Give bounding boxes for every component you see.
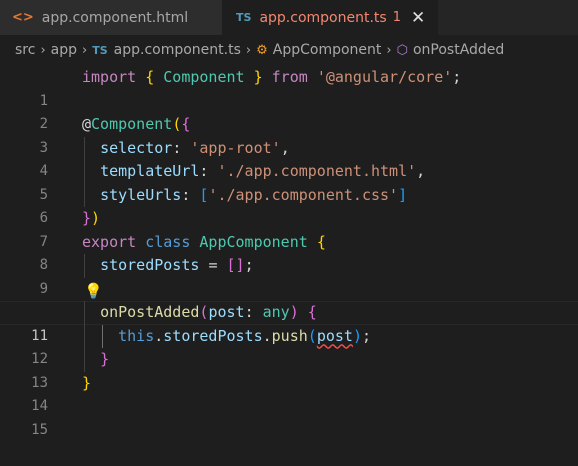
code-text: onPostAdded(post: any) { (100, 303, 317, 321)
code-text: import { Component } from '@angular/core… (82, 68, 462, 86)
problem-count-badge: 1 (392, 10, 401, 25)
class-icon: ⚙ (256, 43, 268, 58)
editor-tab-bar: <> app.component.html TS app.component.t… (0, 0, 578, 35)
code-line: 7 }) (0, 207, 578, 250)
code-text: @Component({ (82, 115, 191, 133)
code-text: }) (82, 209, 101, 227)
chevron-right-icon: › (386, 42, 392, 58)
code-text: templateUrl: './app.component.html', (100, 162, 426, 180)
tab-label: app.component.ts (259, 9, 387, 26)
typescript-file-icon: TS (236, 11, 252, 24)
breadcrumb-app[interactable]: app (51, 42, 77, 58)
code-line: 15 (0, 395, 578, 438)
breadcrumb-file[interactable]: TS app.component.ts (92, 42, 241, 58)
breadcrumb-file-label: app.component.ts (113, 42, 241, 58)
code-line: 9 storedPosts = []; (0, 254, 578, 297)
code-line: 13 } (0, 348, 578, 391)
code-text: styleUrls: ['./app.component.css'] (100, 185, 408, 204)
breadcrumb-method[interactable]: ⬡ onPostAdded (397, 42, 505, 58)
chevron-right-icon: › (82, 42, 88, 58)
code-line: 6 styleUrls: ['./app.component.css'] (0, 183, 578, 226)
code-line: 14 } (0, 372, 578, 415)
error-squiggle: post (316, 326, 353, 345)
breadcrumb-method-label: onPostAdded (412, 42, 505, 58)
code-line-current: 11 onPostAdded(post: any) { (0, 301, 578, 344)
code-text: storedPosts = []; (100, 256, 254, 274)
code-text: } (82, 373, 92, 392)
code-line: 12 this.storedPosts.push(post); (0, 324, 578, 367)
breadcrumb-src[interactable]: src (15, 42, 35, 58)
code-text: this.storedPosts.push(post); (118, 326, 371, 345)
tab-app-component-html[interactable]: <> app.component.html (0, 0, 222, 35)
breadcrumb-class-label: AppComponent (272, 42, 382, 58)
chevron-right-icon: › (245, 42, 252, 58)
code-editor[interactable]: 1 import { Component } from '@angular/co… (0, 66, 578, 438)
breadcrumb: src › app › TS app.component.ts › ⚙ AppCom… (0, 35, 578, 65)
breadcrumb-class[interactable]: ⚙ AppComponent (256, 42, 381, 58)
code-line: 3 @Component({ (0, 113, 578, 156)
method-icon: ⬡ (396, 43, 408, 58)
code-line: 2 (0, 90, 578, 132)
line-number: 15 (31, 421, 48, 438)
code-line: 10 💡 (0, 278, 578, 321)
code-text: } (100, 350, 110, 368)
code-text: export class AppComponent { (82, 232, 326, 251)
typescript-file-icon: TS (92, 44, 108, 57)
code-line: 1 import { Component } from '@angular/co… (0, 66, 578, 109)
chevron-right-icon: › (40, 42, 46, 58)
close-icon[interactable]: ✕ (411, 8, 425, 28)
tab-app-component-ts[interactable]: TS app.component.ts 1 ✕ (222, 0, 438, 35)
html-file-icon: <> (12, 10, 34, 25)
lightbulb-icon[interactable]: 💡 (84, 280, 103, 304)
code-line: 4 selector: 'app-root', (0, 136, 578, 179)
code-text: selector: 'app-root', (100, 138, 290, 157)
code-line: 8 export class AppComponent { (0, 231, 578, 274)
tab-label: app.component.html (41, 9, 189, 26)
code-line: 5 templateUrl: './app.component.html', (0, 160, 578, 203)
